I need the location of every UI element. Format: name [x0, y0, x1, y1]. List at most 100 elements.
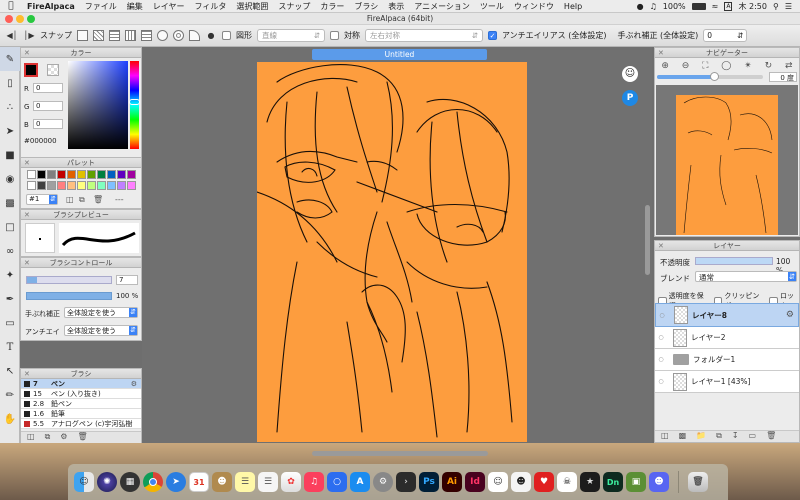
palette-swatch[interactable] — [67, 180, 76, 190]
photoshop-icon[interactable]: Ps — [419, 472, 439, 492]
pixel-app-icon[interactable]: ♥ — [534, 472, 554, 492]
close-icon[interactable]: ✕ — [658, 241, 664, 251]
menu-file[interactable]: ファイル — [80, 1, 122, 12]
close-icon[interactable]: ✕ — [24, 258, 30, 268]
fit-view-icon[interactable]: ⛶ — [702, 61, 708, 71]
palette-swatch[interactable] — [57, 180, 66, 190]
hue-slider[interactable] — [130, 61, 139, 149]
palette-swatch[interactable] — [37, 180, 46, 190]
palette-menu[interactable]: --- — [115, 195, 124, 204]
palette-swatch[interactable] — [47, 180, 56, 190]
layer-row[interactable]: ○ レイヤー1 [43%] — [655, 371, 799, 393]
visibility-icon[interactable]: ○ — [655, 356, 667, 363]
illustrator-icon[interactable]: Ai — [442, 472, 462, 492]
reminders-icon[interactable]: ☰ — [258, 472, 278, 492]
clear-layer-icon[interactable]: ▭ — [749, 431, 757, 442]
app-store-icon[interactable]: A — [350, 472, 370, 492]
snap-vanishing-icon[interactable] — [125, 30, 136, 41]
close-icon[interactable]: ✕ — [658, 48, 664, 58]
vertical-scrollbar[interactable] — [645, 205, 650, 275]
siri-icon[interactable]: ✺ — [97, 472, 117, 492]
add-brush-icon[interactable]: ◫ — [27, 432, 35, 443]
merge-down-icon[interactable]: ↧ — [732, 431, 739, 442]
brush-list-item[interactable]: 5.5 アナログペン (c)宇河弘樹 — [21, 419, 141, 429]
snap-off-icon[interactable] — [77, 30, 88, 41]
operation-tool[interactable]: ↖ — [0, 359, 20, 383]
keynote-icon[interactable]: ○ — [327, 472, 347, 492]
add-folder-icon[interactable]: 📁 — [696, 431, 706, 442]
brush-list-item[interactable]: 1.6 鉛筆 — [21, 409, 141, 419]
publish-icon[interactable]: P — [622, 90, 638, 106]
trash-icon[interactable]: 🗑 — [93, 195, 103, 204]
hue-slider-handle[interactable] — [129, 99, 140, 105]
brush-opacity-slider[interactable] — [26, 292, 112, 300]
snap-concentric-icon[interactable] — [173, 30, 184, 41]
menu-color[interactable]: カラー — [315, 1, 349, 12]
brush-antialias-select[interactable]: 全体設定を使う ⇵ — [64, 325, 138, 336]
dot-tool[interactable]: ∴ — [0, 95, 20, 119]
input-method-icon[interactable]: A — [724, 1, 733, 11]
navigator-view[interactable] — [656, 85, 798, 235]
minecraft-icon[interactable]: ▣ — [626, 472, 646, 492]
stabilizer-input[interactable]: 0 ⇵ — [703, 29, 748, 42]
select-pen-tool[interactable]: ✒ — [0, 287, 20, 311]
launchpad-icon[interactable]: ▦ — [120, 472, 140, 492]
close-window-button[interactable] — [5, 15, 13, 23]
rotate-reset-icon[interactable]: ✴ — [744, 61, 752, 71]
foreground-color-swatch[interactable] — [24, 63, 38, 77]
app-icon[interactable]: ★ — [580, 472, 600, 492]
battery-percent[interactable]: 100% — [663, 2, 686, 11]
firealpaca-icon[interactable]: ☺ — [488, 472, 508, 492]
music-icon[interactable]: ♫ — [304, 472, 324, 492]
brush-size-input[interactable]: 7 — [116, 275, 138, 285]
palette-swatch[interactable] — [87, 180, 96, 190]
rotation-slider-handle[interactable] — [710, 72, 719, 81]
close-icon[interactable]: ✕ — [24, 210, 30, 220]
palette-swatch[interactable] — [97, 170, 106, 179]
saturation-value-picker[interactable] — [68, 61, 128, 149]
app-icon[interactable]: ☻ — [511, 472, 531, 492]
g-input[interactable]: 0 — [33, 101, 63, 111]
symmetry-checkbox[interactable] — [330, 31, 339, 40]
navigator-thumbnail[interactable] — [676, 95, 778, 235]
calendar-icon[interactable]: 31 — [189, 472, 209, 492]
duplicate-palette-icon[interactable]: ⧉ — [79, 195, 85, 205]
eraser-tool[interactable]: ▯ — [0, 71, 20, 95]
brush-stabilizer-select[interactable]: 全体設定を使う ⇵ — [64, 307, 138, 318]
move-tool[interactable]: ➤ — [0, 119, 20, 143]
add-8bit-layer-icon[interactable]: ▩ — [679, 431, 687, 442]
palette-swatch[interactable] — [117, 180, 126, 190]
layer-row[interactable]: ○ レイヤー2 — [655, 327, 799, 349]
chrome-icon[interactable] — [143, 472, 163, 492]
horizontal-scrollbar[interactable] — [312, 451, 488, 456]
reset-view-icon[interactable]: ◯ — [721, 61, 731, 71]
menu-view[interactable]: 表示 — [383, 1, 409, 12]
visibility-icon[interactable]: ○ — [655, 334, 667, 341]
clock[interactable]: 木 2:50 — [738, 1, 767, 12]
palette-swatch[interactable] — [107, 170, 116, 179]
creative-cloud-icon[interactable]: ● — [637, 2, 644, 11]
palette-swatch[interactable] — [77, 180, 86, 190]
system-preferences-icon[interactable]: ⚙ — [373, 472, 393, 492]
menu-snap[interactable]: スナップ — [273, 1, 315, 12]
brush-settings-icon[interactable]: ⚙ — [60, 432, 67, 443]
palette-select[interactable]: #1 ⇵ — [26, 194, 58, 205]
gear-icon[interactable]: ⚙ — [131, 380, 137, 388]
palette-swatch[interactable] — [27, 170, 36, 179]
bucket-tool[interactable]: ◉ — [0, 167, 20, 191]
mascot-icon[interactable]: ☺ — [622, 66, 638, 82]
palette-swatch[interactable] — [57, 170, 66, 179]
snap-parallel-icon[interactable] — [93, 30, 104, 41]
r-input[interactable]: 0 — [33, 83, 63, 93]
transparent-color-swatch[interactable] — [47, 64, 59, 76]
palette-swatch[interactable] — [27, 180, 36, 190]
rotate-icon[interactable]: ↻ — [765, 61, 773, 71]
palette-swatch[interactable] — [47, 170, 56, 179]
antialias-checkbox[interactable]: ✓ — [488, 31, 497, 40]
menu-edit[interactable]: 編集 — [122, 1, 148, 12]
add-palette-icon[interactable]: ◫ — [66, 195, 74, 204]
battery-icon[interactable] — [691, 2, 706, 10]
close-icon[interactable]: ✕ — [24, 369, 30, 379]
search-icon[interactable]: ⚲ — [773, 2, 779, 11]
duplicate-layer-icon[interactable]: ⧉ — [716, 431, 722, 442]
